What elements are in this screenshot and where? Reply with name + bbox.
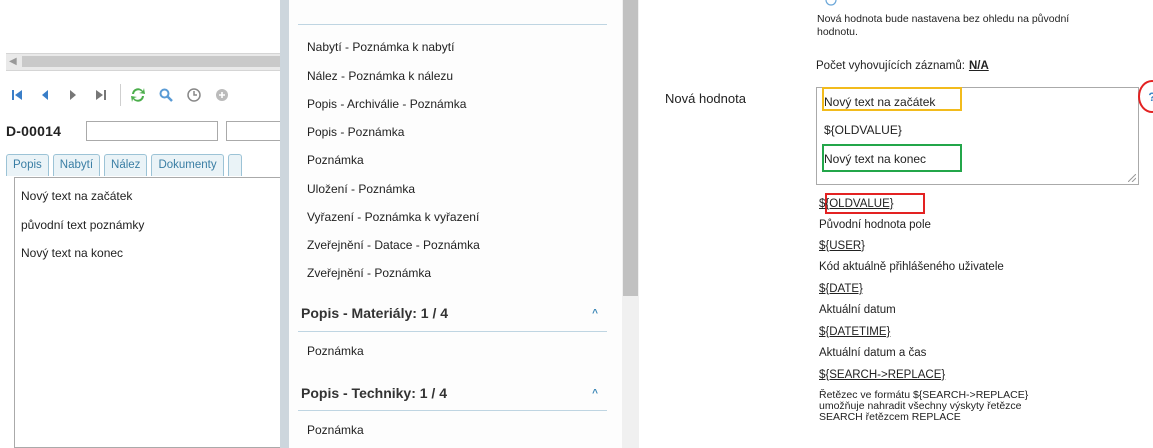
group-divider xyxy=(298,24,607,25)
content-line: Nový text na začátek xyxy=(21,189,133,203)
record-panel: ◀ D-00014 Popis Nabytí Nález Dokumenty N… xyxy=(0,0,285,448)
highlight-box-yellow xyxy=(822,87,962,111)
list-item[interactable]: Nabytí - Poznámka k nabytí xyxy=(307,40,454,54)
group-divider xyxy=(298,410,607,411)
group-divider xyxy=(298,331,607,332)
variable-desc: Aktuální datum xyxy=(819,304,896,316)
scrollbar-thumb[interactable] xyxy=(22,56,285,67)
refresh-icon[interactable] xyxy=(127,84,149,106)
previous-record-icon[interactable] xyxy=(34,84,56,106)
group-header-techniky[interactable]: Popis - Techniky: 1 / 4 ^ xyxy=(301,383,606,403)
resize-grip-icon[interactable] xyxy=(1128,174,1136,182)
content-line: původní text poznámky xyxy=(21,218,145,232)
record-tabs: Popis Nabytí Nález Dokumenty xyxy=(6,151,285,176)
list-item[interactable]: Poznámka xyxy=(307,423,364,437)
group-title: Popis - Techniky: 1 / 4 xyxy=(301,385,448,401)
list-item[interactable]: Vyřazení - Poznámka k vyřazení xyxy=(307,210,479,224)
help-icon: ? xyxy=(1148,90,1153,104)
tab-dokumenty[interactable]: Dokumenty xyxy=(151,154,224,176)
clock-icon[interactable] xyxy=(183,84,205,106)
highlight-box-green xyxy=(822,144,962,172)
matching-count: Počet vyhovujících záznamů: N/A xyxy=(816,60,989,72)
list-item[interactable]: Poznámka xyxy=(307,344,364,358)
info-text: Nová hodnota bude nastavena bez ohledu n… xyxy=(817,13,1070,25)
first-record-icon[interactable] xyxy=(6,84,28,106)
tab-nalez[interactable]: Nález xyxy=(104,154,148,176)
variable-user[interactable]: ${USER} xyxy=(819,240,865,252)
variable-desc: Původní hodnota pole xyxy=(819,219,931,231)
horizontal-scrollbar[interactable]: ◀ xyxy=(6,53,285,71)
tab-nabyti[interactable]: Nabytí xyxy=(52,154,101,176)
note-content[interactable]: Nový text na začátek původní text poznám… xyxy=(14,177,285,448)
list-item[interactable]: Zveřejnění - Poznámka xyxy=(307,266,431,280)
record-panel-top xyxy=(0,0,285,52)
record-field-2[interactable] xyxy=(226,121,285,141)
list-item[interactable]: Poznámka xyxy=(307,153,364,167)
record-header: D-00014 xyxy=(6,119,285,143)
toolbar-separator xyxy=(120,84,121,106)
variable-desc: Aktuální datum a čas xyxy=(819,347,927,359)
group-header-materialy[interactable]: Popis - Materiály: 1 / 4 ^ xyxy=(301,303,606,323)
help-button[interactable]: ? xyxy=(1138,80,1153,113)
list-item[interactable]: Popis - Poznámka xyxy=(307,125,404,139)
search-icon[interactable] xyxy=(155,84,177,106)
variable-datetime[interactable]: ${DATETIME} xyxy=(819,326,890,338)
variable-desc: Kód aktuálně přihlášeného uživatele xyxy=(819,261,1004,273)
tab-overflow[interactable] xyxy=(227,154,242,176)
record-code: D-00014 xyxy=(6,123,62,139)
variable-search-replace[interactable]: ${SEARCH->REPLACE} xyxy=(819,369,945,381)
next-record-icon[interactable] xyxy=(62,84,84,106)
chevron-up-icon[interactable]: ^ xyxy=(592,308,598,319)
count-label: Počet vyhovujících záznamů: xyxy=(816,60,965,72)
list-item[interactable]: Popis - Archiválie - Poznámka xyxy=(307,97,466,111)
info-text: hodnotu. xyxy=(817,26,858,38)
field-dropdown-list[interactable]: Nabytí - Poznámka k nabytí Nález - Pozná… xyxy=(289,0,623,448)
content-line: Nový text na konec xyxy=(21,246,124,260)
list-item[interactable]: Uložení - Poznámka xyxy=(307,182,415,196)
count-value[interactable]: N/A xyxy=(969,60,989,72)
variable-oldvalue[interactable]: ${OLDVALUE} xyxy=(819,198,894,210)
record-field-1[interactable] xyxy=(86,121,218,141)
record-navigation-toolbar xyxy=(6,80,285,110)
tab-popis[interactable]: Popis xyxy=(6,154,49,176)
list-item[interactable]: Nález - Poznámka k nálezu xyxy=(307,69,453,83)
new-value-label: Nová hodnota xyxy=(665,91,746,106)
radio-icon[interactable] xyxy=(825,0,837,8)
last-record-icon[interactable] xyxy=(90,84,112,106)
add-icon[interactable] xyxy=(211,84,233,106)
dropdown-scrollbar[interactable] xyxy=(622,0,639,448)
group-title: Popis - Materiály: 1 / 4 xyxy=(301,305,449,321)
scrollbar-thumb[interactable] xyxy=(623,0,638,296)
chevron-up-icon[interactable]: ^ xyxy=(592,388,598,399)
textarea-line: ${OLDVALUE} xyxy=(824,123,902,137)
variable-date[interactable]: ${DATE} xyxy=(819,283,863,295)
dropdown-shadow xyxy=(280,0,289,448)
bulk-edit-form: Nová hodnota bude nastavena bez ohledu n… xyxy=(639,0,1153,448)
variable-desc: Řetězec ve formátu ${SEARCH->REPLACE} um… xyxy=(819,389,1029,423)
scroll-left-arrow-icon[interactable]: ◀ xyxy=(9,55,17,69)
list-item[interactable]: Zveřejnění - Datace - Poznámka xyxy=(307,238,480,252)
